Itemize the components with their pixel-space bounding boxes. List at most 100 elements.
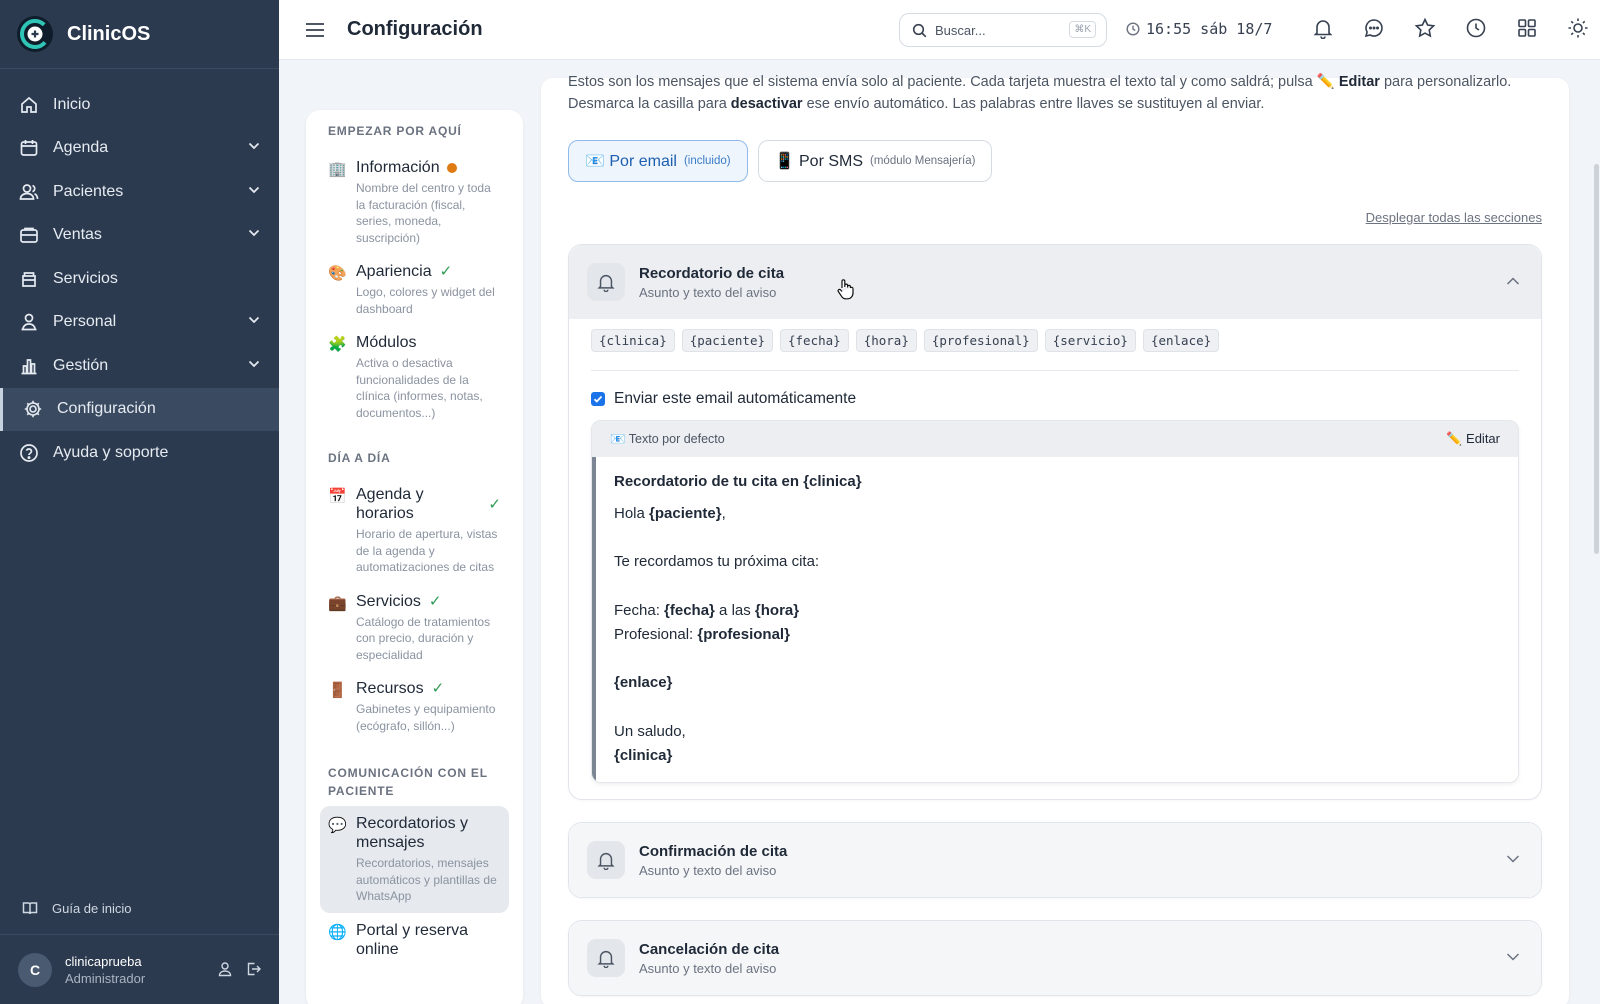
brand-logo-icon	[17, 16, 53, 52]
template-text: Te recordamos tu próxima cita:	[614, 553, 820, 571]
variable-chip[interactable]: {paciente}	[681, 329, 773, 352]
card-confirmacion: Confirmación de cita Asunto y texto del …	[568, 822, 1542, 898]
settings-item-apariencia[interactable]: 🎨 Apariencia ✓ Logo, colores y widget del…	[320, 254, 509, 325]
variable-chip[interactable]: {hora}	[855, 329, 917, 352]
intro-part: Estos son los mensajes que el sistema en…	[568, 74, 1317, 90]
settings-item-recordatorios[interactable]: 💬 Recordatorios y mensajes Recordatorios…	[320, 806, 509, 913]
card-header[interactable]: Confirmación de cita Asunto y texto del …	[569, 823, 1541, 897]
grid-icon[interactable]	[1501, 17, 1552, 39]
template-line	[614, 526, 1518, 550]
bell-icon	[587, 263, 625, 301]
card-title: Cancelación de cita	[639, 940, 780, 958]
card-recordatorio: Recordatorio de cita Asunto y texto del …	[568, 244, 1542, 800]
template-line	[614, 647, 1518, 671]
expand-all-link[interactable]: Desplegar todas las secciones	[1366, 210, 1542, 225]
template-label: 📧 Texto por defecto	[610, 431, 725, 446]
menu-icon[interactable]	[305, 22, 325, 38]
template-line: Hola {paciente},	[614, 502, 1518, 526]
template-line: {enlace}	[614, 671, 1518, 695]
chevron-down-icon[interactable]	[1505, 851, 1521, 872]
sidebar-item-agenda[interactable]: Agenda	[0, 127, 279, 171]
pending-dot-icon	[446, 162, 457, 173]
user-role: Administrador	[65, 970, 146, 986]
auto-send-toggle[interactable]: Enviar este email automáticamente	[569, 371, 1541, 408]
sidebar-item-ventas[interactable]: Ventas	[0, 214, 279, 258]
calendar-icon: 📅	[328, 488, 347, 505]
sidebar-item-pacientes[interactable]: Pacientes	[0, 170, 279, 214]
sidebar-item-label: Agenda	[53, 139, 109, 157]
edit-button[interactable]: ✏️ Editar	[1446, 431, 1500, 447]
sidebar-item-label: Personal	[53, 313, 117, 331]
settings-item-servicios[interactable]: 💼 Servicios ✓ Catálogo de tratamientos co…	[320, 584, 509, 672]
bell-icon[interactable]	[1297, 17, 1348, 39]
variable-chip[interactable]: {clinica}	[591, 329, 675, 352]
sidebar-item-inicio[interactable]: Inicio	[0, 83, 279, 127]
help-icon	[19, 443, 39, 463]
settings-item-desc: Nombre del centro y toda la facturación …	[356, 181, 491, 245]
settings-item-desc: Horario de apertura, vistas de la agenda…	[356, 527, 498, 574]
brand-name: ClinicOS	[67, 22, 151, 45]
variable-chip[interactable]: {enlace}	[1142, 329, 1220, 352]
auto-send-checkbox[interactable]	[591, 392, 605, 406]
settings-item-agenda[interactable]: 📅 Agenda y horarios ✓ Horario de apertura…	[320, 477, 509, 584]
logout-icon[interactable]	[245, 961, 261, 982]
template-line	[614, 696, 1518, 720]
card-header[interactable]: Recordatorio de cita Asunto y texto del …	[569, 245, 1541, 319]
search-icon	[912, 23, 927, 38]
template-lines: Hola {paciente}, Te recordamos tu próxima…	[614, 502, 1518, 768]
settings-item-portal[interactable]: 🌐 Portal y reserva online	[320, 913, 509, 967]
variable-list: {clinica} {paciente} {fecha} {hora} {pro…	[569, 319, 1541, 352]
template-line: Un saludo,	[614, 720, 1518, 744]
settings-item-recursos[interactable]: 🚪 Recursos ✓ Gabinetes y equipamiento (ec…	[320, 671, 509, 742]
sidebar-item-ayuda[interactable]: Ayuda y soporte	[0, 431, 279, 475]
sidebar-item-servicios[interactable]: Servicios	[0, 257, 279, 301]
user-actions	[217, 961, 261, 982]
history-icon[interactable]	[1450, 17, 1501, 39]
sidebar-item-gestion[interactable]: Gestión	[0, 344, 279, 388]
template-line: Fecha: {fecha} a las {hora}	[614, 599, 1518, 623]
sidebar-item-personal[interactable]: Personal	[0, 301, 279, 345]
variable-chip[interactable]: {profesional}	[923, 329, 1038, 352]
chevron-down-icon	[247, 226, 261, 245]
settings-item-title: Agenda y horarios	[356, 486, 424, 522]
settings-item-modulos[interactable]: 🧩 Módulos Activa o desactiva funcionalid…	[320, 325, 509, 429]
card-header[interactable]: Cancelación de cita Asunto y texto del a…	[569, 921, 1541, 995]
settings-item-informacion[interactable]: 🏢 Información Nombre del centro y toda l…	[320, 150, 509, 254]
speech-bubble-icon: 💬	[328, 817, 347, 834]
chevron-up-icon[interactable]	[1505, 273, 1521, 294]
template-line: {clinica}	[614, 744, 1518, 768]
profile-icon[interactable]	[217, 961, 233, 982]
check-icon: ✓	[428, 592, 442, 610]
scrollbar[interactable]	[1594, 164, 1599, 554]
sidebar-item-label: Inicio	[53, 95, 91, 113]
puzzle-icon: 🧩	[328, 336, 347, 353]
tab-sms[interactable]: 📱 Por SMS (módulo Mensajería)	[757, 140, 993, 182]
door-icon: 🚪	[328, 682, 347, 699]
variable-chip[interactable]: {servicio}	[1044, 329, 1136, 352]
settings-item-title: Información	[356, 159, 440, 176]
staff-icon	[19, 312, 39, 332]
check-icon: ✓	[488, 495, 501, 513]
palette-icon: 🎨	[328, 265, 347, 282]
section-heading: EMPEZAR POR AQUÍ	[328, 124, 462, 138]
sun-icon[interactable]	[1552, 17, 1600, 39]
brand[interactable]: ClinicOS	[0, 0, 279, 69]
sidebar-item-configuracion[interactable]: Configuración	[0, 387, 279, 431]
bell-icon	[587, 841, 625, 879]
settings-item-title: Apariencia	[356, 263, 432, 280]
tab-email[interactable]: 📧 Por email (incluido)	[568, 140, 748, 182]
star-icon[interactable]	[1399, 17, 1450, 39]
sidebar-item-label: Servicios	[53, 269, 118, 287]
chevron-down-icon	[247, 356, 261, 375]
variable-chip[interactable]: {fecha}	[780, 329, 849, 352]
search-input[interactable]: Buscar... ⌘K	[899, 13, 1107, 47]
avatar[interactable]: C	[18, 952, 52, 987]
sidebar: ClinicOS Inicio Agenda Pacientes Ventas …	[0, 0, 279, 1004]
chat-icon[interactable]	[1348, 17, 1399, 39]
guide-link[interactable]: Guía de inicio	[0, 888, 279, 928]
chevron-down-icon[interactable]	[1505, 949, 1521, 970]
building-icon: 🏢	[328, 161, 347, 178]
users-icon	[19, 182, 39, 202]
check-icon: ✓	[431, 680, 445, 697]
settings-item-title: Recordatorios y mensajes	[356, 815, 469, 851]
